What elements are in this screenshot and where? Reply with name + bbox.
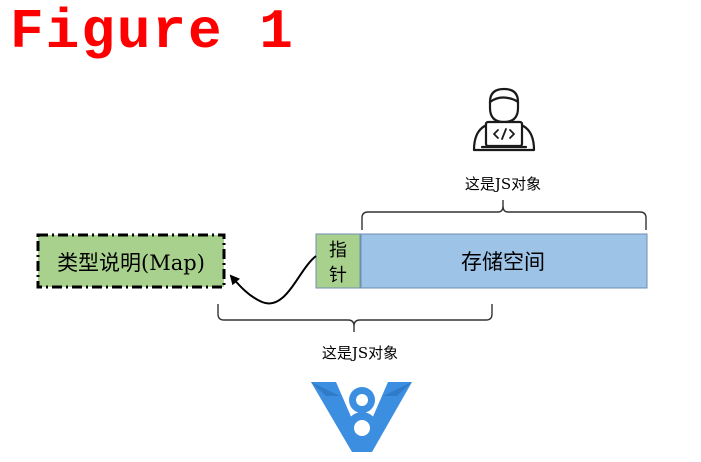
developer-laptop-icon bbox=[472, 87, 536, 152]
bottom-brace bbox=[217, 304, 493, 332]
diagram-canvas: 这是JS对象 类型说明(Map) 指 针 存储空间 这是JS对象 bbox=[36, 87, 648, 452]
pointer-label-top: 指 bbox=[329, 240, 347, 261]
pointer-label-bottom: 针 bbox=[329, 265, 347, 286]
bottom-caption: 这是JS对象 bbox=[322, 344, 398, 362]
storage-box-label: 存储空间 bbox=[461, 250, 545, 274]
pointer-arrow bbox=[229, 255, 317, 305]
top-brace bbox=[361, 200, 647, 230]
v8-logo-icon bbox=[311, 382, 412, 452]
top-caption: 这是JS对象 bbox=[465, 175, 541, 193]
type-box-label: 类型说明(Map) bbox=[57, 251, 205, 275]
